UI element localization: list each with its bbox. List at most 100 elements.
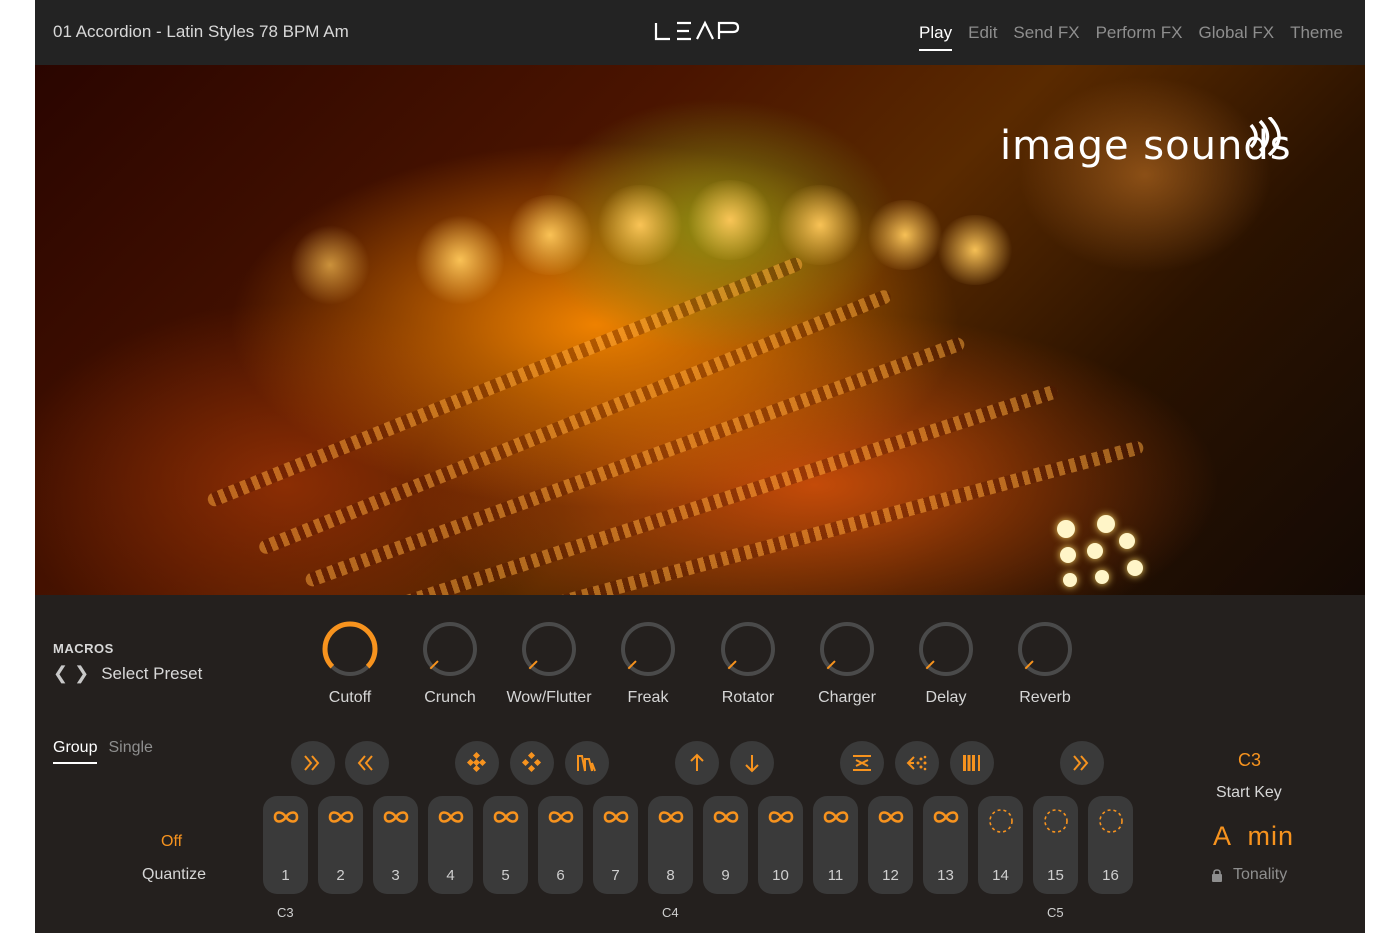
pad-9[interactable]: 9 xyxy=(703,796,748,894)
loop-icon xyxy=(493,811,518,823)
stutter-alt-icon xyxy=(521,752,542,773)
pad-12[interactable]: 12 xyxy=(868,796,913,894)
pad-15[interactable]: 15 xyxy=(1033,796,1078,894)
fx-button[interactable] xyxy=(345,741,389,785)
fx-button[interactable] xyxy=(895,741,939,785)
tab-send-fx[interactable]: Send FX xyxy=(1013,23,1079,51)
pad-14[interactable]: 14 xyxy=(978,796,1023,894)
pad-1[interactable]: 1 xyxy=(263,796,308,894)
start-key-value[interactable]: C3 xyxy=(1238,750,1261,771)
knob-dial[interactable] xyxy=(420,619,480,679)
pad-number: 13 xyxy=(937,867,954,884)
pad-number: 9 xyxy=(721,867,730,884)
select-preset-label[interactable]: Select Preset xyxy=(101,664,202,684)
bokeh-light xyxy=(415,215,505,305)
pad-number: 7 xyxy=(611,867,620,884)
note-label-c4: C4 xyxy=(662,905,679,920)
pad-16[interactable]: 16 xyxy=(1088,796,1133,894)
double-forward-icon xyxy=(1073,755,1089,771)
bokeh-light xyxy=(595,185,685,265)
preset-selector: ❮ ❯ Select Preset xyxy=(53,663,202,684)
preset-name[interactable]: 01 Accordion - Latin Styles 78 BPM Am xyxy=(53,22,349,42)
pad-13[interactable]: 13 xyxy=(923,796,968,894)
gate-icon xyxy=(963,755,980,771)
bokeh-light xyxy=(935,215,1015,285)
pad-mode xyxy=(813,808,858,830)
bokeh-light xyxy=(775,185,865,265)
chevron-right-icon[interactable]: ❯ xyxy=(74,663,89,684)
bokeh-light xyxy=(505,195,595,275)
pad-number: 8 xyxy=(666,867,675,884)
pad-4[interactable]: 4 xyxy=(428,796,473,894)
pad-3[interactable]: 3 xyxy=(373,796,418,894)
knob-dial[interactable] xyxy=(817,619,877,679)
fx-button[interactable] xyxy=(455,741,499,785)
pad-2[interactable]: 2 xyxy=(318,796,363,894)
tab-single[interactable]: Single xyxy=(108,739,152,764)
fx-button[interactable] xyxy=(565,741,609,785)
pad-11[interactable]: 11 xyxy=(813,796,858,894)
loop-icon xyxy=(933,811,958,823)
knob-dial[interactable] xyxy=(519,619,579,679)
knob-delay[interactable]: Delay xyxy=(896,619,996,707)
loop-icon xyxy=(383,811,408,823)
pad-6[interactable]: 6 xyxy=(538,796,583,894)
pad-number: 14 xyxy=(992,867,1009,884)
accordion-button xyxy=(1063,573,1077,587)
fx-button[interactable] xyxy=(950,741,994,785)
lock-icon[interactable] xyxy=(1211,868,1223,882)
tonality-row: Tonality xyxy=(1211,866,1287,884)
tab-group[interactable]: Group xyxy=(53,739,98,764)
knob-freak[interactable]: Freak xyxy=(598,619,698,707)
scatter-icon xyxy=(906,755,927,771)
knob-dial[interactable] xyxy=(618,619,678,679)
knob-rotator[interactable]: Rotator xyxy=(698,619,798,707)
note-label-c3: C3 xyxy=(277,905,294,920)
pad-5[interactable]: 5 xyxy=(483,796,528,894)
knob-charger[interactable]: Charger xyxy=(797,619,897,707)
knob-dial[interactable] xyxy=(320,619,380,679)
knob-dial[interactable] xyxy=(718,619,778,679)
knob-label: Crunch xyxy=(424,689,476,706)
knob-reverb[interactable]: Reverb xyxy=(995,619,1095,707)
pad-mode xyxy=(758,808,803,830)
accordion-button xyxy=(1127,560,1143,576)
pad-mode xyxy=(1088,808,1133,833)
knob-dial[interactable] xyxy=(916,619,976,679)
tab-global-fx[interactable]: Global FX xyxy=(1198,23,1274,51)
tab-play[interactable]: Play xyxy=(919,23,953,51)
top-bar: 01 Accordion - Latin Styles 78 BPM Am Pl… xyxy=(35,0,1365,65)
accordion-bellow-rib xyxy=(465,439,1145,595)
fx-button[interactable] xyxy=(510,741,554,785)
pad-10[interactable]: 10 xyxy=(758,796,803,894)
fx-button[interactable] xyxy=(730,741,774,785)
loop-icon xyxy=(438,811,463,823)
tonality-value[interactable]: A min xyxy=(1213,821,1294,852)
chevron-left-icon[interactable]: ❮ xyxy=(53,663,68,684)
quantize-value[interactable]: Off xyxy=(161,833,182,851)
pad-number: 6 xyxy=(556,867,565,884)
knob-wow-flutter[interactable]: Wow/Flutter xyxy=(499,619,599,707)
bokeh-light xyxy=(685,180,775,260)
fx-button[interactable] xyxy=(840,741,884,785)
knob-dial[interactable] xyxy=(1015,619,1075,679)
pad-number: 10 xyxy=(772,867,789,884)
leap-logo-glyph xyxy=(654,20,740,41)
pad-mode xyxy=(483,808,528,830)
pad-8[interactable]: 8 xyxy=(648,796,693,894)
loop-icon xyxy=(328,811,353,823)
loop-icon xyxy=(768,811,793,823)
knob-crunch[interactable]: Crunch xyxy=(400,619,500,707)
pad-7[interactable]: 7 xyxy=(593,796,638,894)
knob-cutoff[interactable]: Cutoff xyxy=(300,619,400,707)
leap-app: 01 Accordion - Latin Styles 78 BPM Am Pl… xyxy=(35,0,1365,933)
pad-mode xyxy=(593,808,638,830)
fx-button[interactable] xyxy=(1060,741,1104,785)
pad-number: 4 xyxy=(446,867,455,884)
fx-button[interactable] xyxy=(291,741,335,785)
fx-button[interactable] xyxy=(675,741,719,785)
tab-perform-fx[interactable]: Perform FX xyxy=(1096,23,1183,51)
tab-theme[interactable]: Theme xyxy=(1290,23,1343,51)
one-shot-icon xyxy=(1043,809,1068,833)
tab-edit[interactable]: Edit xyxy=(968,23,997,51)
